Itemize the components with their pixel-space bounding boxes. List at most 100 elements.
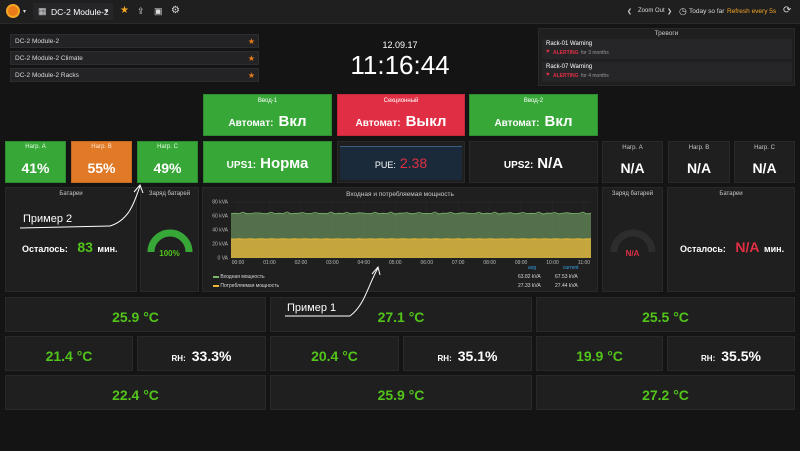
chevron-right-icon[interactable]: ❯ bbox=[667, 8, 672, 15]
chart-x-tick-label: 03:00 bbox=[326, 260, 339, 266]
section-value: Выкл bbox=[405, 113, 447, 130]
load-c-right-value: N/A bbox=[752, 160, 777, 176]
temp-value: 27.2 °C bbox=[642, 387, 689, 403]
share-icon[interactable]: ⇪ bbox=[137, 6, 145, 17]
load-c-right-panel: Нагр. C N/A bbox=[734, 141, 795, 183]
battery-right-title: Батареи bbox=[719, 191, 743, 197]
chart-x-tick-label: 09:00 bbox=[515, 260, 528, 266]
temp-value: 25.9 °C bbox=[377, 387, 425, 403]
power-chart-panel: Входная и потребляемая мощность 80 kVA 60… bbox=[202, 187, 598, 292]
logo-caret-icon[interactable]: ▾ bbox=[23, 8, 26, 15]
load-c-panel: Нагр. C 49% bbox=[137, 141, 198, 183]
temp-panel: 20.4 °C bbox=[270, 336, 399, 371]
pue-panel: PUE: 2.38 bbox=[337, 141, 465, 183]
temp-panel: 27.2 °C bbox=[536, 375, 795, 410]
chart-x-tick-label: 10:00 bbox=[546, 260, 559, 266]
load-b-right-title: Нагр. B bbox=[688, 145, 710, 151]
time-range-picker[interactable]: Today so far bbox=[689, 8, 724, 15]
save-icon[interactable]: ▣ bbox=[154, 6, 163, 17]
annotation-example-2: Пример 2 bbox=[23, 213, 73, 225]
chart-x-tick-label: 04:00 bbox=[358, 260, 371, 266]
clock-time: 11:16:44 bbox=[350, 50, 450, 80]
temp-value: 22.4 °C bbox=[112, 387, 159, 403]
battery-right-panel: Батареи Осталось: N/A мин. bbox=[667, 187, 795, 292]
chart-x-tick-label: 08:00 bbox=[483, 260, 496, 266]
chart-x-tick-label: 02:00 bbox=[295, 260, 308, 266]
charge-left-title: Заряд батарей bbox=[148, 191, 191, 197]
star-icon[interactable]: ★ bbox=[248, 71, 255, 80]
legend-row[interactable]: Входная мощность 63.82 kVA 67.53 kVA bbox=[213, 274, 593, 280]
input1-value: Вкл bbox=[278, 113, 307, 130]
chevron-left-icon[interactable]: ❮ bbox=[627, 8, 632, 15]
load-b-title: Нагр. B bbox=[91, 144, 112, 150]
rh-label: RH: bbox=[701, 354, 716, 363]
alert-item[interactable]: Rack-07 Warning ♥ ALERTING for 4 months bbox=[542, 62, 792, 82]
dashboard-picker[interactable]: ▦ DC-2 Module-2 ▾ bbox=[33, 3, 113, 20]
legend-name: Потребляемая мощность bbox=[220, 283, 280, 289]
humidity-panel: RH: 35.5% bbox=[667, 336, 795, 371]
load-a-title: Нагр. A bbox=[25, 144, 46, 150]
alert-name: Rack-01 Warning bbox=[546, 41, 593, 47]
chart-y-tick-label: 80 kVA bbox=[212, 200, 228, 206]
input2-value: Вкл bbox=[544, 113, 573, 130]
zoom-out-button[interactable]: Zoom Out bbox=[638, 8, 665, 14]
load-c-value: 49% bbox=[153, 160, 182, 176]
chart-x-tick-label: 00:00 bbox=[232, 260, 245, 266]
legend-avg: 27.33 kVA bbox=[518, 283, 541, 289]
rh-value: 35.1% bbox=[457, 348, 498, 364]
legend-avg-header: avg bbox=[528, 265, 537, 271]
chart-x-tick-label: 05:00 bbox=[389, 260, 402, 266]
charge-right-value: N/A bbox=[625, 249, 640, 258]
dashlist-item[interactable]: DC-2 Module-2 ★ bbox=[10, 34, 259, 48]
rh-label: RH: bbox=[171, 354, 186, 363]
temp-value: 19.9 °C bbox=[576, 348, 623, 364]
temp-panel: 25.9 °C bbox=[270, 375, 532, 410]
load-c-title: Нагр. C bbox=[157, 144, 178, 150]
temp-value: 21.4 °C bbox=[45, 348, 93, 364]
star-icon[interactable]: ★ bbox=[248, 54, 255, 63]
pue-value: 2.38 bbox=[399, 155, 428, 171]
heart-icon: ♥ bbox=[546, 49, 550, 55]
alert-state: ALERTING bbox=[553, 73, 579, 79]
refresh-icon[interactable]: ⟳ bbox=[783, 5, 791, 16]
dashlist-item-label: DC-2 Module-2 bbox=[15, 38, 60, 45]
battery-right-unit: мин. bbox=[763, 244, 785, 254]
chart-series-area bbox=[231, 238, 591, 258]
rh-label: RH: bbox=[437, 354, 452, 363]
legend-current: 67.53 kVA bbox=[555, 274, 578, 280]
ups2-value: N/A bbox=[537, 155, 564, 172]
load-a-panel: Нагр. A 41% bbox=[5, 141, 66, 183]
gear-icon[interactable]: ⚙ bbox=[171, 5, 180, 16]
pue-label: PUE: bbox=[374, 160, 396, 170]
legend-swatch-input bbox=[213, 275, 219, 278]
chart-x-tick-label: 11:00 bbox=[578, 260, 590, 266]
chart-y-tick-label: 20 kVA bbox=[212, 242, 228, 248]
charge-left-panel: Заряд батарей 100% bbox=[140, 187, 199, 292]
chart-y-tick-label: 40 kVA bbox=[212, 228, 228, 234]
alert-item[interactable]: Rack-01 Warning ♥ ALERTING for 3 months bbox=[542, 39, 792, 59]
temp-panel: 22.4 °C bbox=[5, 375, 266, 410]
star-icon[interactable]: ★ bbox=[248, 37, 255, 46]
input2-panel: Ввод-2 Автомат: Вкл bbox=[469, 94, 598, 136]
dashlist-item[interactable]: DC-2 Module-2 Climate ★ bbox=[10, 51, 259, 65]
load-a-right-title: Нагр. A bbox=[622, 145, 643, 151]
top-navbar: ▾ ▦ DC-2 Module-2 ▾ ★ ⇪ ▣ ⚙ ❮ Zoom Out ❯… bbox=[0, 0, 800, 24]
ups2-panel: UPS2: N/A bbox=[469, 141, 598, 183]
alert-state: ALERTING bbox=[553, 50, 579, 56]
refresh-interval[interactable]: Refresh every 5s bbox=[727, 8, 776, 15]
dashlist-item[interactable]: DC-2 Module-2 Racks ★ bbox=[10, 68, 259, 82]
section-title: Секционный bbox=[383, 98, 419, 104]
alerts-title: Тревоги bbox=[654, 30, 679, 37]
input1-panel: Ввод-1 Автомат: Вкл bbox=[203, 94, 332, 136]
load-a-value: 41% bbox=[21, 160, 50, 176]
grafana-logo-icon[interactable] bbox=[6, 4, 20, 18]
temp-value: 25.5 °C bbox=[642, 309, 689, 325]
temp-panel: 19.9 °C bbox=[536, 336, 663, 371]
legend-row[interactable]: Потребляемая мощность 27.33 kVA 27.44 kV… bbox=[213, 283, 593, 289]
ups1-value: Норма bbox=[260, 155, 309, 172]
temp-panel: 25.5 °C bbox=[536, 297, 795, 332]
legend-avg: 63.82 kVA bbox=[518, 274, 541, 280]
dashboard-grid-icon: ▦ bbox=[38, 6, 47, 16]
input1-label: Автомат: bbox=[228, 118, 274, 129]
star-icon[interactable]: ★ bbox=[120, 5, 129, 16]
